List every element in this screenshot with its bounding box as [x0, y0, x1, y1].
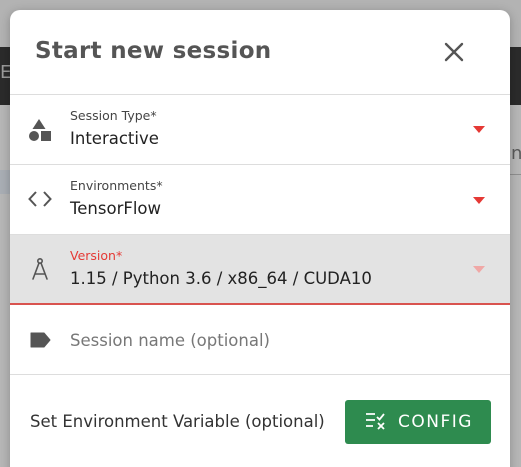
session-type-select[interactable]: Session Type* Interactive [10, 95, 510, 164]
field-divider [10, 374, 510, 375]
close-icon [444, 42, 464, 62]
start-session-dialog: Start new session Session Type* Interact… [10, 10, 510, 467]
version-value: 1.15 / Python 3.6 / x86_64 / CUDA10 [70, 269, 372, 288]
environments-label: Environments* [70, 178, 163, 193]
version-dropdown-arrow[interactable] [473, 266, 485, 273]
code-icon [28, 191, 52, 207]
environments-select[interactable]: Environments* TensorFlow [10, 165, 510, 234]
environments-dropdown-arrow[interactable] [473, 197, 485, 204]
environments-value: TensorFlow [70, 199, 162, 218]
background-text-right: nf [511, 143, 521, 164]
compass-icon [32, 257, 48, 280]
background-tile-left [0, 170, 10, 194]
env-variable-text: Set Environment Variable (optional) [30, 412, 325, 431]
version-label: Version* [70, 248, 123, 263]
session-type-label: Session Type* [70, 108, 157, 123]
config-button[interactable]: CONFIG [345, 400, 491, 444]
dialog-title: Start new session [35, 38, 272, 64]
version-select[interactable]: Version* 1.15 / Python 3.6 / x86_64 / CU… [10, 235, 510, 305]
shapes-icon [29, 119, 51, 141]
config-button-label: CONFIG [398, 412, 473, 432]
session-name-input[interactable]: Session name (optional) [70, 331, 270, 350]
label-tag-icon [30, 332, 51, 348]
checklist-icon [366, 413, 385, 430]
session-type-dropdown-arrow[interactable] [473, 126, 485, 133]
session-type-value: Interactive [70, 129, 159, 148]
close-button[interactable] [442, 40, 466, 64]
